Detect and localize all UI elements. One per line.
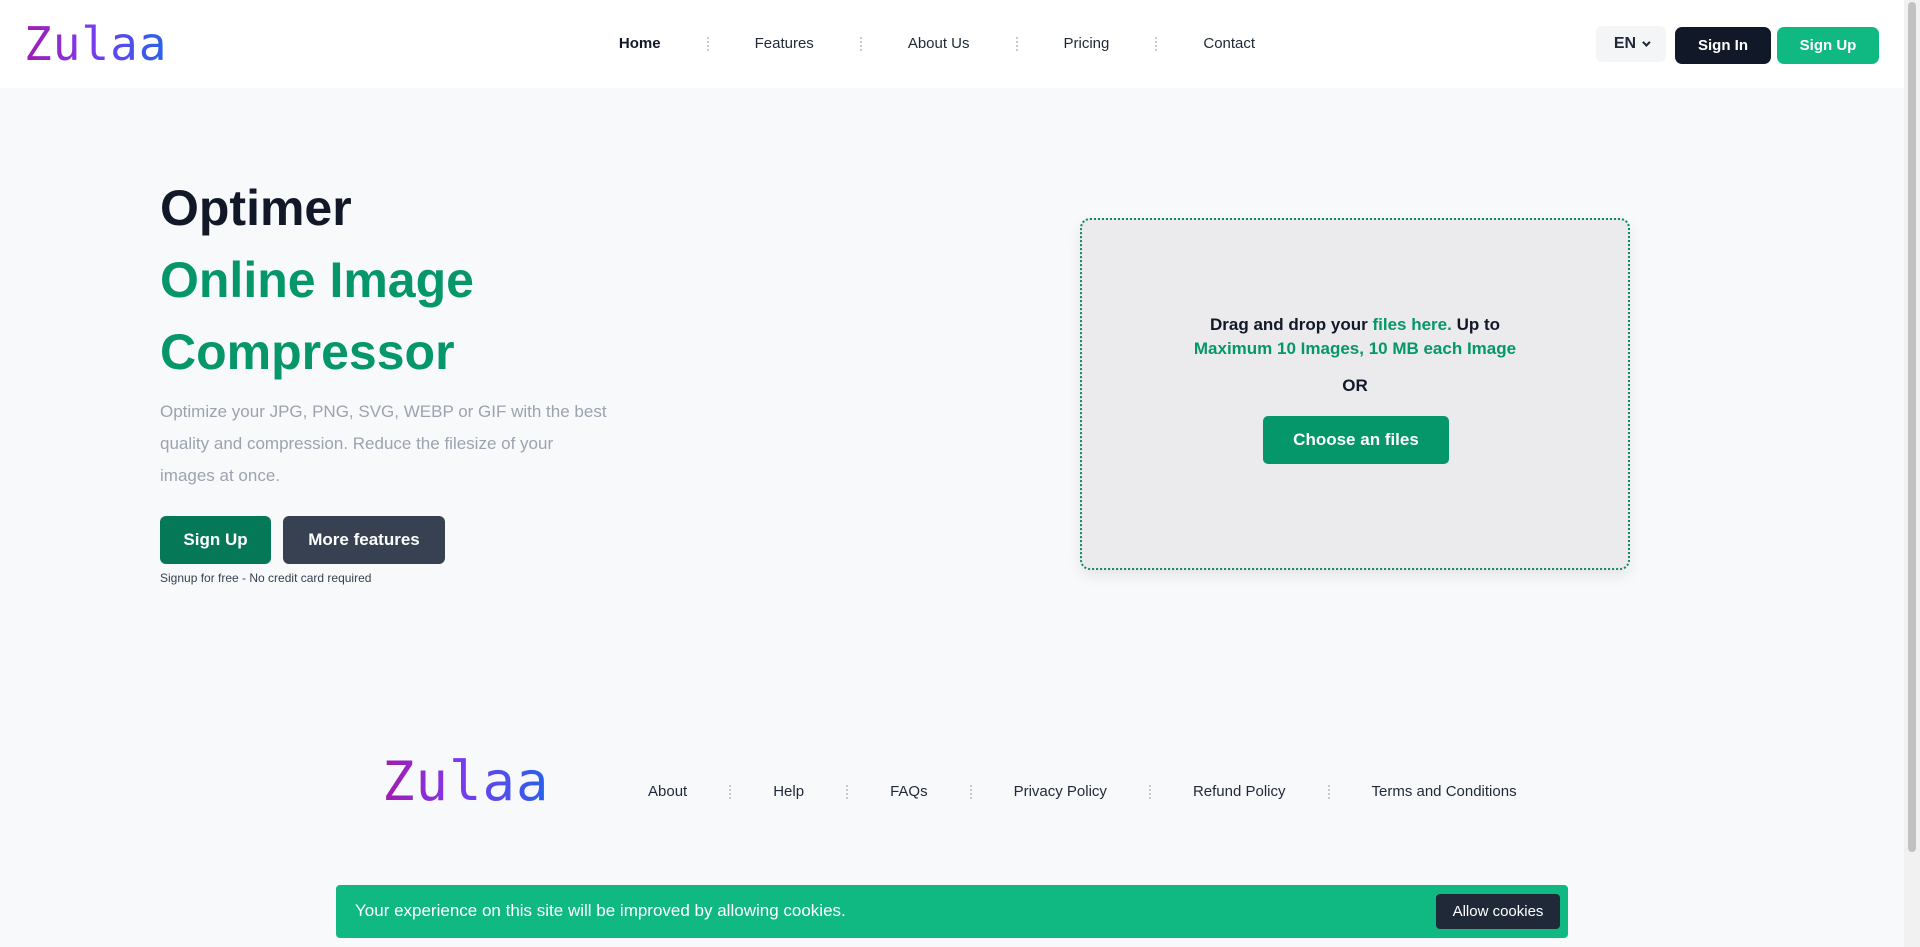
dropzone-instructions: Drag and drop your files here. Up to [1082,313,1628,337]
language-label: EN [1613,35,1637,52]
footer-link-about[interactable]: About [648,782,687,802]
nav-about-us[interactable]: About Us [908,34,970,54]
sign-in-button[interactable]: Sign In [1675,27,1771,64]
footer-separator [729,785,732,799]
footer-logo[interactable]: Zulaa [382,752,550,812]
cookie-banner: Your experience on this site will be imp… [336,885,1568,938]
nav-features[interactable]: Features [755,34,814,54]
footer-link-help[interactable]: Help [773,782,804,802]
choose-files-button[interactable]: Choose an files [1263,416,1449,464]
hero-description: Optimize your JPG, PNG, SVG, WEBP or GIF… [160,402,607,485]
file-dropzone[interactable]: Drag and drop your files here. Up to Max… [1080,218,1630,570]
scrollbar-thumb[interactable] [1908,2,1916,852]
nav-separator [706,37,709,51]
cookie-message: Your experience on this site will be imp… [355,901,846,920]
nav-pricing[interactable]: Pricing [1064,34,1110,54]
nav-home[interactable]: Home [619,34,661,54]
dropzone-limits: Maximum 10 Images, 10 MB each Image [1193,339,1517,358]
footer-nav: About Help FAQs Privacy Policy Refund Po… [648,782,1517,802]
footer-link-terms[interactable]: Terms and Conditions [1372,782,1517,802]
chevron-down-icon [1642,38,1651,47]
footer-separator [1327,785,1330,799]
nav-separator [1015,37,1018,51]
footer-link-faqs[interactable]: FAQs [890,782,928,802]
dropzone-text-before: Drag and drop your [1210,315,1373,334]
footer-separator [969,785,972,799]
hero-subtitle: Online Image Compressor [160,252,474,380]
nav-separator [859,37,862,51]
nav-separator [1155,37,1158,51]
dropzone-files-link[interactable]: files here. [1372,315,1451,334]
dropzone-or: OR [1342,376,1368,395]
nav-contact[interactable]: Contact [1203,34,1255,54]
site-header: Zulaa Home Features About Us Pricing Con… [0,0,1904,88]
signup-note: Signup for free - No credit card require… [160,571,372,585]
sign-up-button[interactable]: Sign Up [1777,27,1879,64]
hero-title: Optimer [160,180,352,236]
footer-link-refund-policy[interactable]: Refund Policy [1193,782,1286,802]
allow-cookies-button[interactable]: Allow cookies [1436,894,1560,929]
dropzone-text-after: Up to [1451,315,1500,334]
more-features-button[interactable]: More features [283,516,445,564]
footer-link-privacy-policy[interactable]: Privacy Policy [1014,782,1107,802]
footer-separator [1148,785,1151,799]
page-scrollbar[interactable] [1904,0,1920,947]
footer-separator [846,785,849,799]
hero-sign-up-button[interactable]: Sign Up [160,516,271,564]
language-selector[interactable]: EN [1596,26,1666,62]
